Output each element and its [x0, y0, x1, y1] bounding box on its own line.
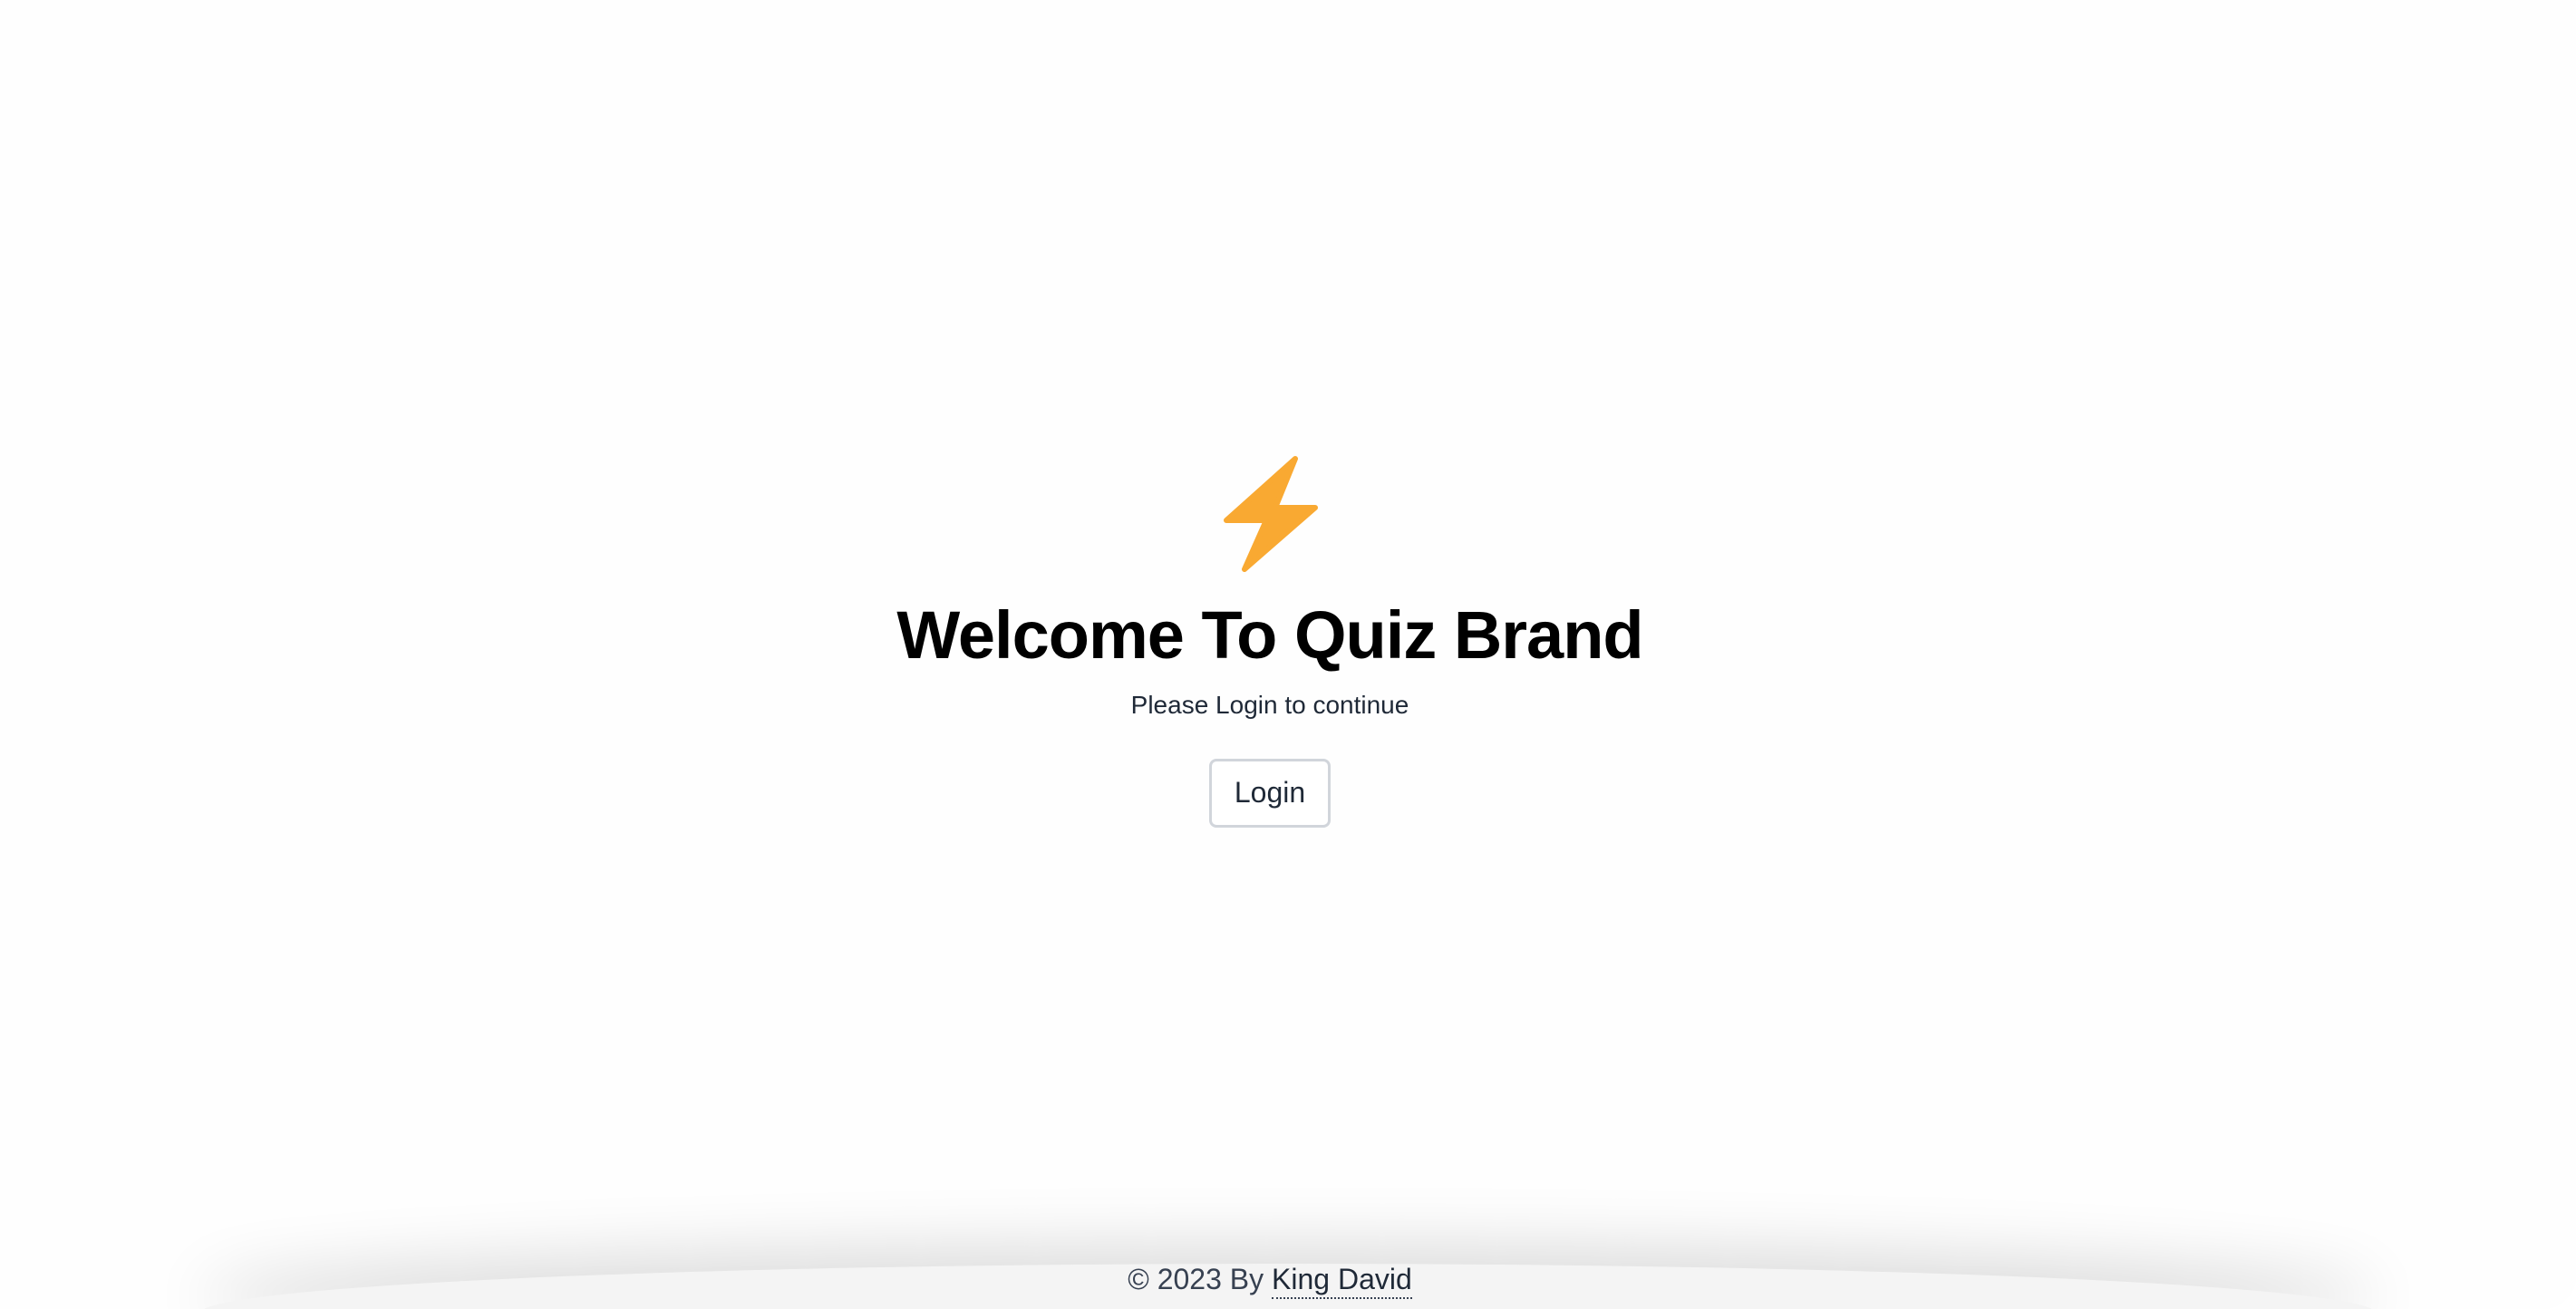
- welcome-section: Welcome To Quiz Brand Please Login to co…: [0, 453, 2540, 828]
- author-link[interactable]: King David: [1272, 1263, 1412, 1299]
- login-button[interactable]: Login: [1209, 758, 1331, 828]
- login-prompt: Please Login to continue: [1130, 691, 1409, 720]
- footer: © 2023 By King David: [0, 1263, 2540, 1299]
- lightning-bolt-icon: [1224, 456, 1318, 572]
- copyright-text: © 2023 By: [1128, 1263, 1264, 1295]
- page-title: Welcome To Quiz Brand: [896, 597, 1643, 673]
- page: Welcome To Quiz Brand Please Login to co…: [0, 0, 2576, 1309]
